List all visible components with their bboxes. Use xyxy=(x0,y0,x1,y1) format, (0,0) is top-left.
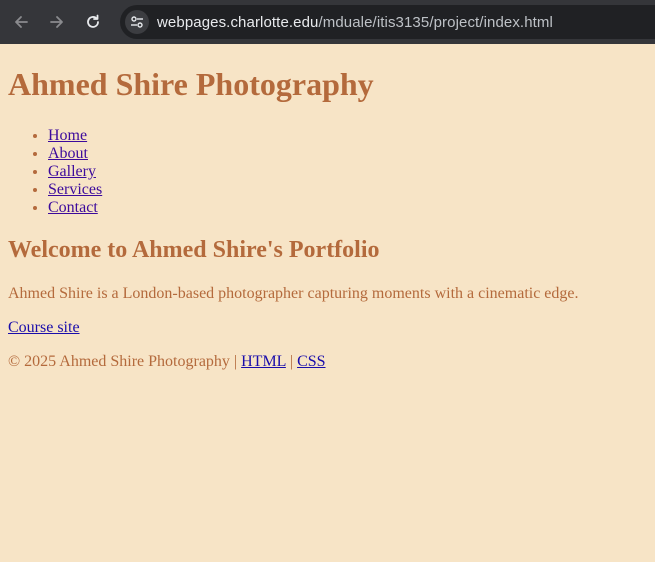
site-title: Ahmed Shire Photography xyxy=(8,66,374,102)
course-paragraph: Course site xyxy=(8,319,647,337)
nav-item-about: About xyxy=(48,145,647,163)
welcome-heading: Welcome to Ahmed Shire's Portfolio xyxy=(8,237,380,263)
nav-link-services[interactable]: Services xyxy=(48,181,102,198)
url-path: /mduale/itis3135/project/index.html xyxy=(318,13,553,31)
address-bar[interactable]: webpages.charlotte.edu/mduale/itis3135/p… xyxy=(120,5,655,39)
back-button[interactable] xyxy=(6,7,36,37)
reload-button[interactable] xyxy=(78,7,108,37)
page-content: Ahmed Shire Photography Home About Galle… xyxy=(0,66,655,371)
footer-separator: | xyxy=(285,353,298,370)
url-text: webpages.charlotte.edu/mduale/itis3135/p… xyxy=(157,14,553,31)
nav-item-contact: Contact xyxy=(48,199,647,217)
nav-link-gallery[interactable]: Gallery xyxy=(48,163,96,180)
nav-item-home: Home xyxy=(48,127,647,145)
nav-link-contact[interactable]: Contact xyxy=(48,199,98,216)
nav-item-gallery: Gallery xyxy=(48,163,647,181)
reload-icon xyxy=(87,14,99,28)
back-arrow-icon xyxy=(15,16,28,28)
site-info-button[interactable] xyxy=(125,10,149,34)
page-footer: © 2025 Ahmed Shire Photography | HTML | … xyxy=(8,353,647,371)
nav-item-services: Services xyxy=(48,181,647,199)
html-validator-link[interactable]: HTML xyxy=(241,353,286,370)
css-validator-link[interactable]: CSS xyxy=(297,353,325,370)
url-host: webpages.charlotte.edu xyxy=(157,13,319,31)
tune-icon xyxy=(131,16,143,28)
copyright-text: © 2025 Ahmed Shire Photography xyxy=(8,353,230,370)
main-nav: Home About Gallery Services Contact xyxy=(8,127,647,217)
nav-link-about[interactable]: About xyxy=(48,145,88,162)
footer-separator: | xyxy=(229,353,242,370)
forward-button[interactable] xyxy=(42,7,72,37)
intro-text: Ahmed Shire is a London-based photograph… xyxy=(8,285,579,302)
browser-toolbar: webpages.charlotte.edu/mduale/itis3135/p… xyxy=(0,0,655,44)
forward-arrow-icon xyxy=(50,16,63,28)
course-site-link[interactable]: Course site xyxy=(8,319,80,336)
nav-link-home[interactable]: Home xyxy=(48,127,87,144)
